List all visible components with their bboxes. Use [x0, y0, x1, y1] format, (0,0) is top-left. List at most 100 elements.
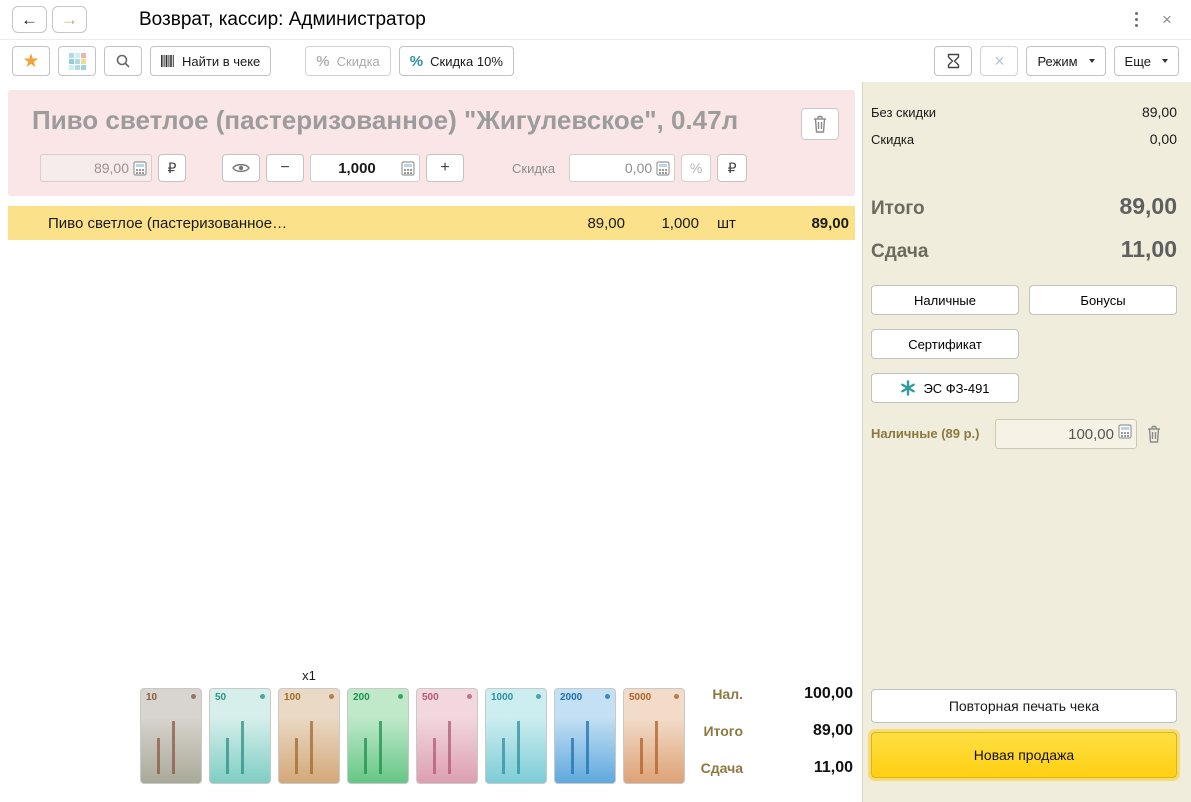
banknote-50[interactable]: 50 — [209, 688, 271, 784]
item-discount-input[interactable] — [569, 154, 676, 182]
calculator-icon[interactable] — [656, 160, 670, 176]
close-button[interactable]: × — [1155, 10, 1179, 30]
banknote-100[interactable]: 100 — [278, 688, 340, 784]
banknote-500[interactable]: 500 — [416, 688, 478, 784]
banknote-multiplier: x1 — [302, 668, 316, 683]
more-button[interactable]: Еще — [1113, 46, 1179, 76]
pay-es-button[interactable]: ЭС ФЗ-491 — [871, 373, 1019, 403]
row-item-unit: шт — [717, 214, 736, 232]
cash-value: 100,00 — [804, 685, 853, 702]
asterisk-icon — [901, 380, 916, 396]
cash-summary-row: Нал. 100,00 — [679, 682, 853, 706]
cash-panel: x1 10 50 100 200 500 1000 2000 5000 Нал.… — [0, 666, 862, 802]
discount-value: 0,00 — [1149, 131, 1177, 147]
calculator-icon[interactable] — [401, 160, 415, 176]
total-value: 89,00 — [812, 722, 853, 739]
search-button[interactable] — [104, 46, 142, 76]
discount-row: Скидка 0,00 — [871, 131, 1177, 147]
no-discount-value: 89,00 — [1141, 104, 1177, 120]
banknote-value: 5000 — [629, 692, 652, 703]
cancel-receipt-button[interactable]: × — [980, 46, 1019, 76]
calculator-icon[interactable] — [1118, 424, 1132, 444]
mode-button[interactable]: Режим — [1026, 46, 1106, 76]
cash-given-row: Наличные (89 р.) — [871, 419, 1177, 449]
total-row: Итого 89,00 — [871, 193, 1177, 220]
price-field[interactable] — [47, 160, 133, 176]
banknote-1000[interactable]: 1000 — [485, 688, 547, 784]
banknote-dot — [536, 694, 541, 699]
hourglass-icon — [947, 53, 960, 69]
view-item-button[interactable] — [222, 154, 260, 182]
trash-icon — [1148, 425, 1160, 443]
change-value: 11,00 — [813, 759, 853, 776]
banknote-value: 2000 — [560, 692, 583, 703]
calculator-icon[interactable] — [133, 160, 147, 176]
find-in-receipt-button[interactable]: Найти в чеке — [150, 46, 272, 76]
change-label: Сдача — [700, 760, 743, 776]
payment-sidebar: Без скидки 89,00 Скидка 0,00 Итого 89,00… — [862, 82, 1191, 802]
percent-icon: % — [409, 52, 424, 70]
row-item-sum: 89,00 — [811, 214, 849, 232]
pay-certificate-button[interactable]: Сертификат — [871, 329, 1019, 359]
item-discount-label: Скидка — [512, 160, 556, 176]
postpone-receipt-button[interactable] — [934, 46, 973, 76]
discount-10-label: Скидка 10% — [430, 53, 503, 69]
discount-percent-button[interactable]: % — [681, 154, 712, 182]
quantity-input[interactable] — [310, 154, 420, 182]
quantity-increase-button[interactable]: + — [426, 154, 464, 182]
receipt-row[interactable]: Пиво светлое (пастеризованное… 89,00 1,0… — [8, 206, 855, 240]
new-sale-button[interactable]: Новая продажа — [871, 732, 1177, 778]
discount-label: Скидка — [871, 131, 915, 147]
price-currency-button[interactable]: ₽ — [158, 154, 186, 182]
discount-10-button[interactable]: % Скидка 10% — [398, 46, 514, 76]
titlebar: ← → Возврат, кассир: Администратор × — [0, 0, 1191, 40]
quantity-decrease-button[interactable]: − — [266, 154, 304, 182]
no-discount-label: Без скидки — [871, 104, 937, 120]
trash-icon — [814, 115, 826, 133]
banknote-5000[interactable]: 5000 — [623, 688, 685, 784]
percent-icon: % — [316, 52, 330, 70]
favorites-button[interactable]: ★ — [12, 46, 50, 76]
banknote-dot — [605, 694, 610, 699]
quantity-field[interactable] — [317, 159, 401, 177]
row-item-name: Пиво светлое (пастеризованное… — [48, 214, 288, 232]
back-arrow-icon: ← — [21, 9, 38, 29]
kebab-menu-icon[interactable] — [1125, 9, 1147, 31]
banknote-200[interactable]: 200 — [347, 688, 409, 784]
banknote-2000[interactable]: 2000 — [554, 688, 616, 784]
discount-button[interactable]: % Скидка — [305, 46, 391, 76]
receipt-area: Пиво светлое (пастеризованное) "Жигулевс… — [0, 82, 862, 802]
remove-payment-button[interactable] — [1145, 424, 1163, 444]
pos-window: ← → Возврат, кассир: Администратор × ★ Н… — [0, 0, 1191, 802]
change-row: Сдача 11,00 — [871, 236, 1177, 263]
pay-cash-button[interactable]: Наличные — [871, 285, 1019, 315]
row-item-qty: 1,000 — [661, 214, 699, 232]
pay-bonus-button[interactable]: Бонусы — [1029, 285, 1177, 315]
cash-summary-row: Сдача 11,00 — [679, 756, 853, 780]
price-input[interactable] — [40, 154, 152, 182]
cash-given-input[interactable] — [995, 419, 1137, 449]
item-discount-field[interactable] — [576, 160, 657, 176]
eye-icon — [232, 163, 250, 173]
current-item-name: Пиво светлое (пастеризованное) "Жигулевс… — [32, 105, 739, 135]
no-discount-row: Без скидки 89,00 — [871, 104, 1177, 120]
banknotes-row: 10 50 100 200 500 1000 2000 5000 — [140, 688, 685, 784]
chevron-down-icon — [1088, 59, 1095, 63]
content: Пиво светлое (пастеризованное) "Жигулевс… — [0, 82, 1191, 802]
banknote-value: 10 — [146, 692, 158, 703]
cash-summary-row: Итого 89,00 — [679, 719, 853, 743]
cancel-x-icon: × — [994, 50, 1005, 71]
toolbar-right-group: × Режим Еще — [934, 46, 1179, 76]
change-label: Сдача — [871, 241, 929, 262]
reprint-receipt-button[interactable]: Повторная печать чека — [871, 689, 1177, 723]
discount-ruble-button[interactable]: ₽ — [717, 154, 748, 182]
delete-item-button[interactable] — [801, 108, 839, 140]
menu-grid-button[interactable] — [58, 46, 96, 76]
more-label: Еще — [1124, 53, 1151, 69]
banknote-10[interactable]: 10 — [140, 688, 202, 784]
forward-button[interactable]: → — [52, 6, 87, 33]
back-button[interactable]: ← — [12, 6, 47, 33]
current-item-controls: ₽ − + Скидка — [40, 154, 839, 182]
cash-given-field[interactable] — [1002, 425, 1118, 443]
